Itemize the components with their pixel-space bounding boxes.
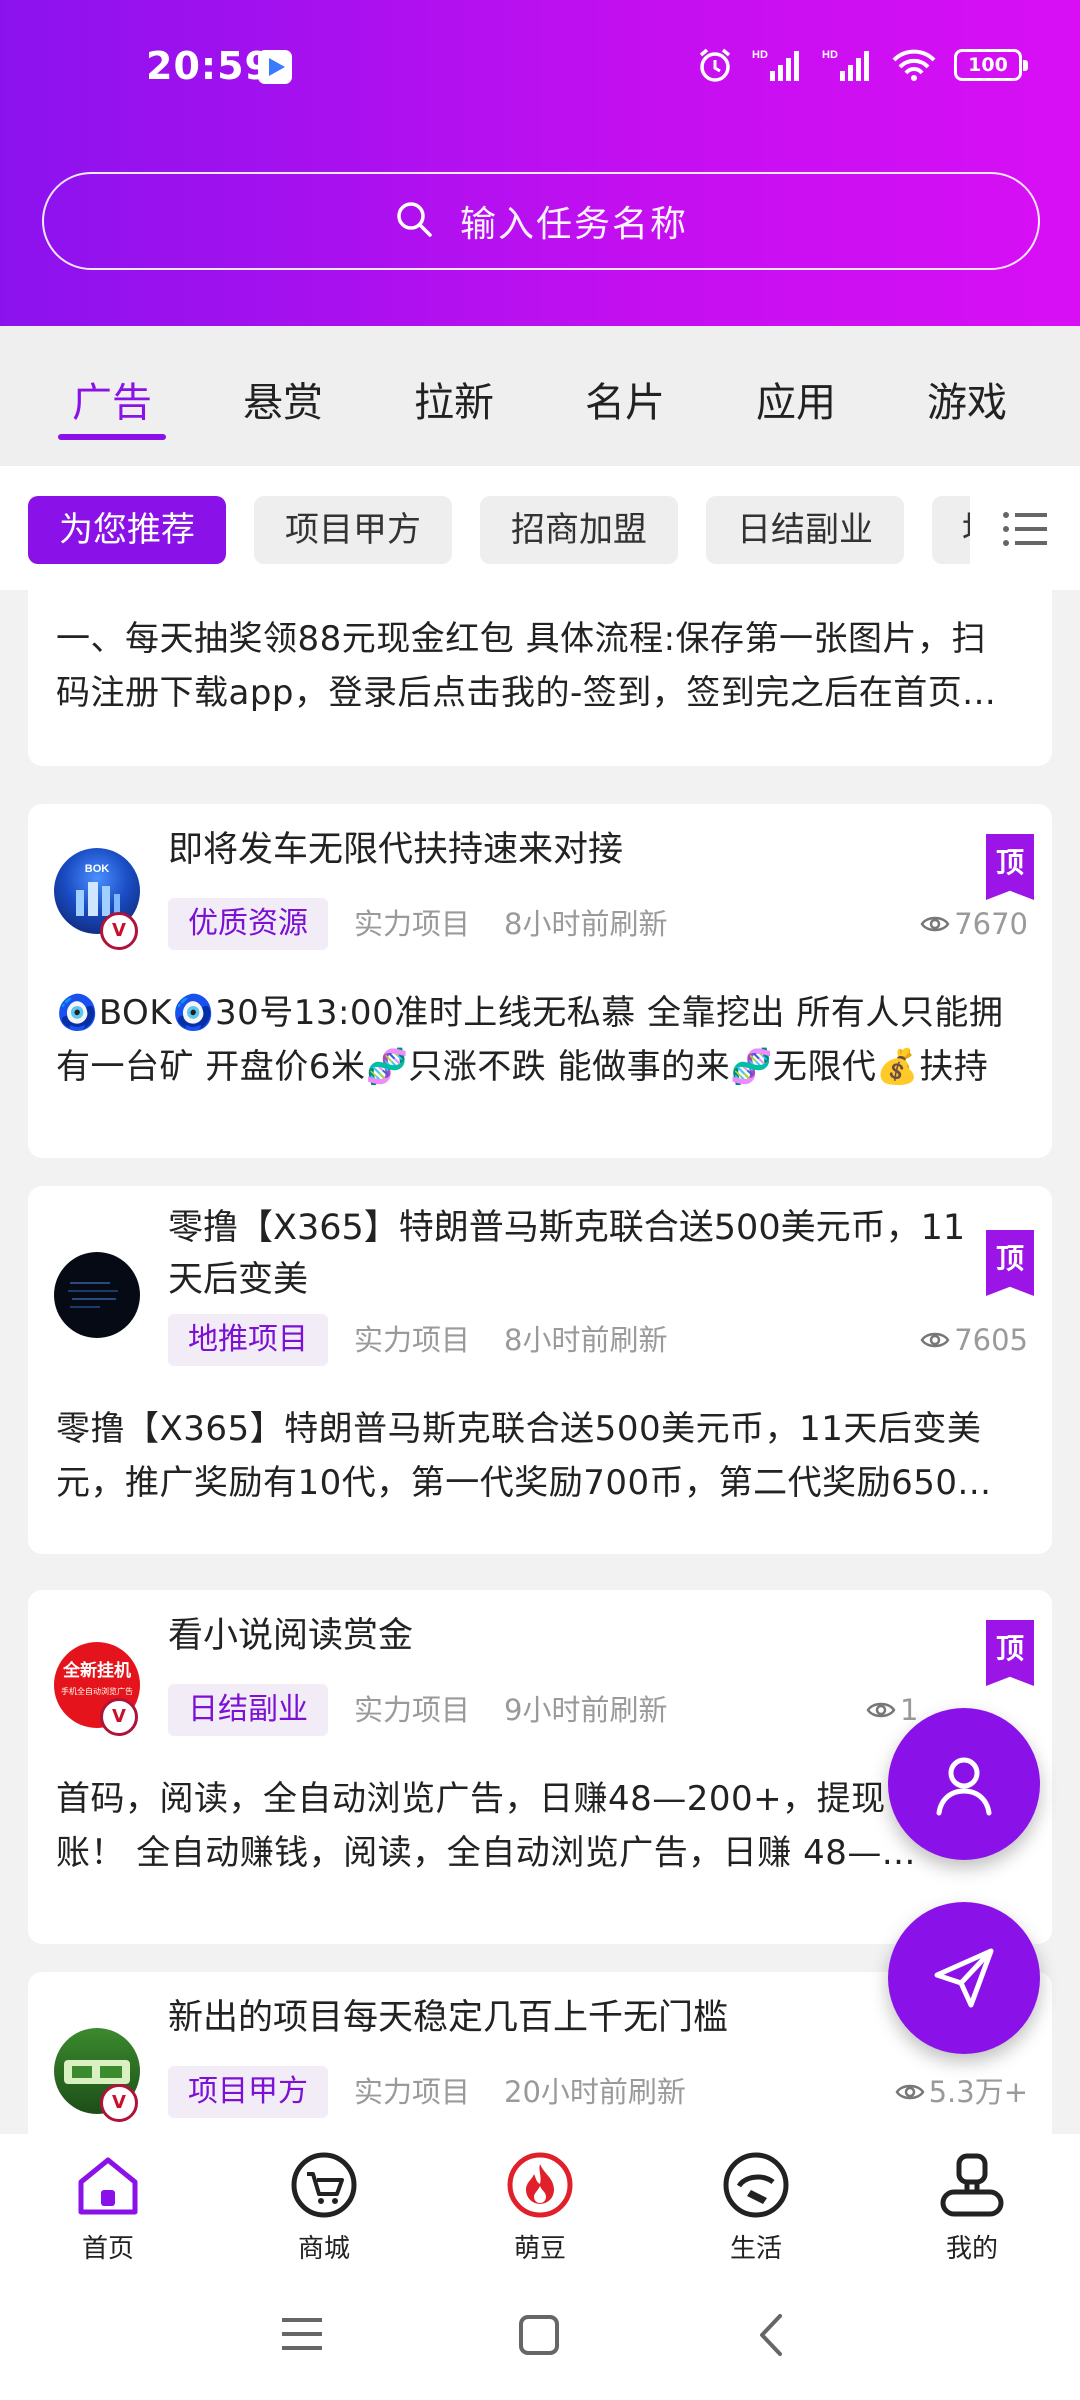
alarm-icon	[696, 46, 734, 84]
card-tag[interactable]: 优质资源	[168, 898, 328, 950]
card-tag[interactable]: 地推项目	[168, 1314, 328, 1366]
view-count: 7605	[920, 1314, 1028, 1366]
header: 20:59 HD HD 100 输入任务名称	[0, 0, 1080, 326]
search-bar[interactable]: 输入任务名称	[42, 172, 1040, 270]
card-category: 实力项目	[354, 1693, 471, 1727]
tab-apps[interactable]: 应用	[736, 370, 856, 428]
wifi-icon	[892, 48, 936, 82]
card-description: 一、每天抽奖领88元现金红包 具体流程:保存第一张图片，扫 码注册下载app，登…	[56, 619, 997, 713]
tab-ads[interactable]: 广告	[52, 370, 172, 428]
active-tab-indicator	[58, 434, 166, 440]
filter-chips: 为您推荐 项目甲方 招商加盟 日结副业 地	[0, 466, 1080, 590]
list-item[interactable]: 零撸【X365】特朗普马斯克联合送500美元币，11 天后变美 顶 地推项目 实…	[28, 1186, 1052, 1554]
card-category: 实力项目	[354, 2075, 471, 2109]
card-category: 实力项目	[354, 1323, 471, 1357]
view-count: 5.3万+	[895, 2066, 1028, 2118]
chip-franchise[interactable]: 招商加盟	[480, 496, 678, 564]
svg-text:BOK: BOK	[85, 863, 110, 875]
profile-fab-button[interactable]	[888, 1708, 1040, 1860]
svg-text:HD: HD	[752, 49, 768, 61]
pinned-badge: 顶	[986, 1230, 1034, 1296]
home-button-icon[interactable]	[518, 2314, 560, 2360]
search-icon	[394, 199, 434, 243]
fuel-icon	[723, 2152, 789, 2218]
nav-mine-label: 我的	[945, 2234, 998, 2264]
status-bar: 20:59 HD HD 100	[0, 36, 1080, 106]
svg-text:手机全自动浏览广告: 手机全自动浏览广告	[61, 1686, 133, 1696]
card-title: 看小说阅读赏金	[168, 1616, 414, 1656]
nav-life[interactable]: 生活	[696, 2150, 816, 2265]
card-description: 零撸【X365】特朗普马斯克联合送500美元币，11天后变美 元，推广奖励有10…	[56, 1409, 992, 1503]
tab-bounty[interactable]: 悬赏	[223, 370, 343, 428]
card-title: 零撸【X365】特朗普马斯克联合送500美元币，11 天后变美	[168, 1208, 966, 1300]
card-title: 即将发车无限代扶持速来对接	[168, 830, 624, 870]
system-nav-bar	[0, 2272, 1080, 2400]
nav-mine[interactable]: 我的	[912, 2150, 1032, 2265]
chip-daily-side-job[interactable]: 日结副业	[706, 496, 904, 564]
svg-text:HD: HD	[822, 49, 838, 61]
publish-fab-button[interactable]	[888, 1902, 1040, 2054]
nav-home[interactable]: 首页	[48, 2150, 168, 2265]
flame-icon	[507, 2152, 573, 2218]
bottom-navigation: 首页 商城 萌豆 生活 我的	[0, 2134, 1080, 2272]
signal-icon: HD	[752, 47, 804, 83]
card-title: 新出的项目每天稳定几百上千无门槛	[168, 1998, 729, 2038]
card-tag[interactable]: 日结副业	[168, 1684, 328, 1736]
card-tag[interactable]: 项目甲方	[168, 2066, 328, 2118]
home-icon	[78, 2157, 138, 2215]
list-item[interactable]: BOK 即将发车无限代扶持速来对接 顶 优质资源 实力项目 8小时前刷新 767…	[28, 804, 1052, 1158]
shopping-cart-icon	[291, 2152, 357, 2218]
card-refresh-time: 20小时前刷新	[504, 2075, 686, 2109]
chip-recommended[interactable]: 为您推荐	[28, 496, 226, 564]
battery-icon: 100	[954, 49, 1028, 81]
verified-badge-icon	[100, 2084, 138, 2122]
view-count: 7670	[920, 898, 1028, 950]
tab-games[interactable]: 游戏	[907, 370, 1027, 428]
card-description: 首码，阅读，全自动浏览广告，日赚48—200+，提现 账！ 全自动赚钱，阅读，全…	[56, 1779, 916, 1873]
send-icon	[934, 1948, 994, 2008]
user-icon	[936, 1757, 992, 1816]
eye-icon	[920, 1332, 950, 1348]
person-icon	[940, 2153, 1004, 2217]
card-refresh-time: 8小时前刷新	[504, 1323, 668, 1357]
eye-icon	[895, 2084, 925, 2100]
back-icon[interactable]	[756, 2312, 786, 2362]
signal-icon: HD	[822, 47, 874, 83]
nav-mall-label: 商城	[297, 2234, 350, 2264]
avatar	[54, 1252, 140, 1338]
search-input[interactable]: 输入任务名称	[460, 195, 688, 247]
eye-icon	[866, 1702, 896, 1718]
list-menu-icon[interactable]	[1002, 510, 1048, 552]
svg-text:全新挂机: 全新挂机	[62, 1660, 131, 1681]
tab-business-card[interactable]: 名片	[565, 370, 685, 428]
nav-life-label: 生活	[729, 2234, 782, 2264]
nav-beans[interactable]: 萌豆	[480, 2150, 600, 2265]
category-tabs: 广告 悬赏 拉新 名片 应用 游戏	[0, 326, 1080, 466]
nav-beans-label: 萌豆	[513, 2234, 566, 2264]
nav-home-label: 首页	[81, 2234, 134, 2264]
tab-referral[interactable]: 拉新	[394, 370, 514, 428]
status-time: 20:59	[146, 44, 272, 88]
pinned-badge: 顶	[986, 834, 1034, 900]
list-item[interactable]: 一、每天抽奖领88元现金红包 具体流程:保存第一张图片，扫 码注册下载app，登…	[28, 590, 1052, 766]
pinned-badge: 顶	[986, 1620, 1034, 1686]
eye-icon	[920, 916, 950, 932]
task-feed[interactable]: 一、每天抽奖领88元现金红包 具体流程:保存第一张图片，扫 码注册下载app，登…	[0, 590, 1080, 2134]
card-refresh-time: 9小时前刷新	[504, 1693, 668, 1727]
app-notification-icon	[258, 50, 292, 84]
chip-project-owner[interactable]: 项目甲方	[254, 496, 452, 564]
menu-icon[interactable]	[282, 2316, 322, 2356]
card-description: 🧿BOK🧿30号13:00准时上线无私慕 全靠挖出 所有人只能拥 有一台矿 开盘…	[56, 993, 1004, 1087]
nav-mall[interactable]: 商城	[264, 2150, 384, 2265]
verified-badge-icon	[100, 1698, 138, 1736]
verified-badge-icon	[100, 912, 138, 950]
card-category: 实力项目	[354, 907, 471, 941]
card-refresh-time: 8小时前刷新	[504, 907, 668, 941]
